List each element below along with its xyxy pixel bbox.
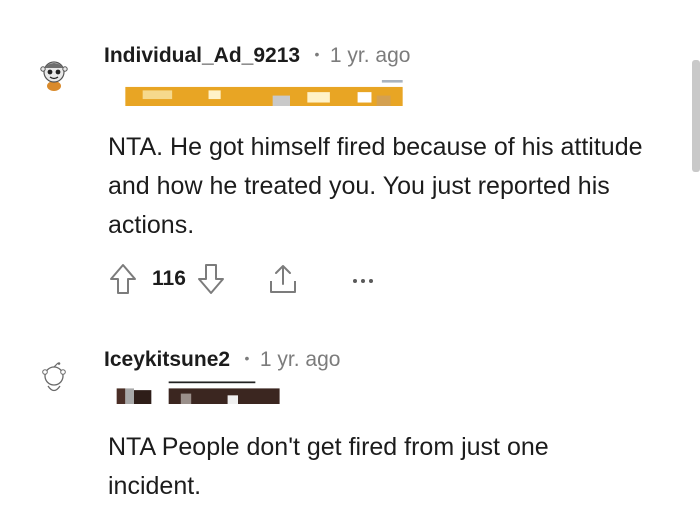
username[interactable]: Iceykitsune2 [104,348,230,371]
comment-body: NTA People don't get fired from just one… [108,433,549,500]
share-icon[interactable] [266,262,300,296]
comment: Individual_Ad_9213 • 1 yr. ago NTA. He g… [0,44,680,304]
user-flair [116,381,280,404]
comment-body: NTA. He got himself fired because of his… [108,133,643,239]
user-flair [125,80,403,106]
meta-separator: • [244,350,250,366]
timestamp[interactable]: 1 yr. ago [260,348,341,371]
upvote-icon[interactable] [108,262,138,296]
comment-header: Individual_Ad_9213 • 1 yr. ago [104,44,410,68]
timestamp[interactable]: 1 yr. ago [330,44,411,67]
downvote-icon[interactable] [196,262,226,296]
username[interactable]: Individual_Ad_9213 [104,44,300,67]
comment: Iceykitsune2 • 1 yr. ago NTA People don'… [0,348,680,521]
comment-header: Iceykitsune2 • 1 yr. ago [104,348,340,372]
more-options-icon[interactable] [350,262,376,296]
snoo-avatar-icon[interactable] [36,362,72,398]
snoo-avatar-icon[interactable] [36,56,72,92]
vote-count: 116 [152,267,186,290]
meta-separator: • [314,46,320,62]
comment-actions: 116 [108,262,376,296]
scrollbar[interactable] [692,60,700,172]
